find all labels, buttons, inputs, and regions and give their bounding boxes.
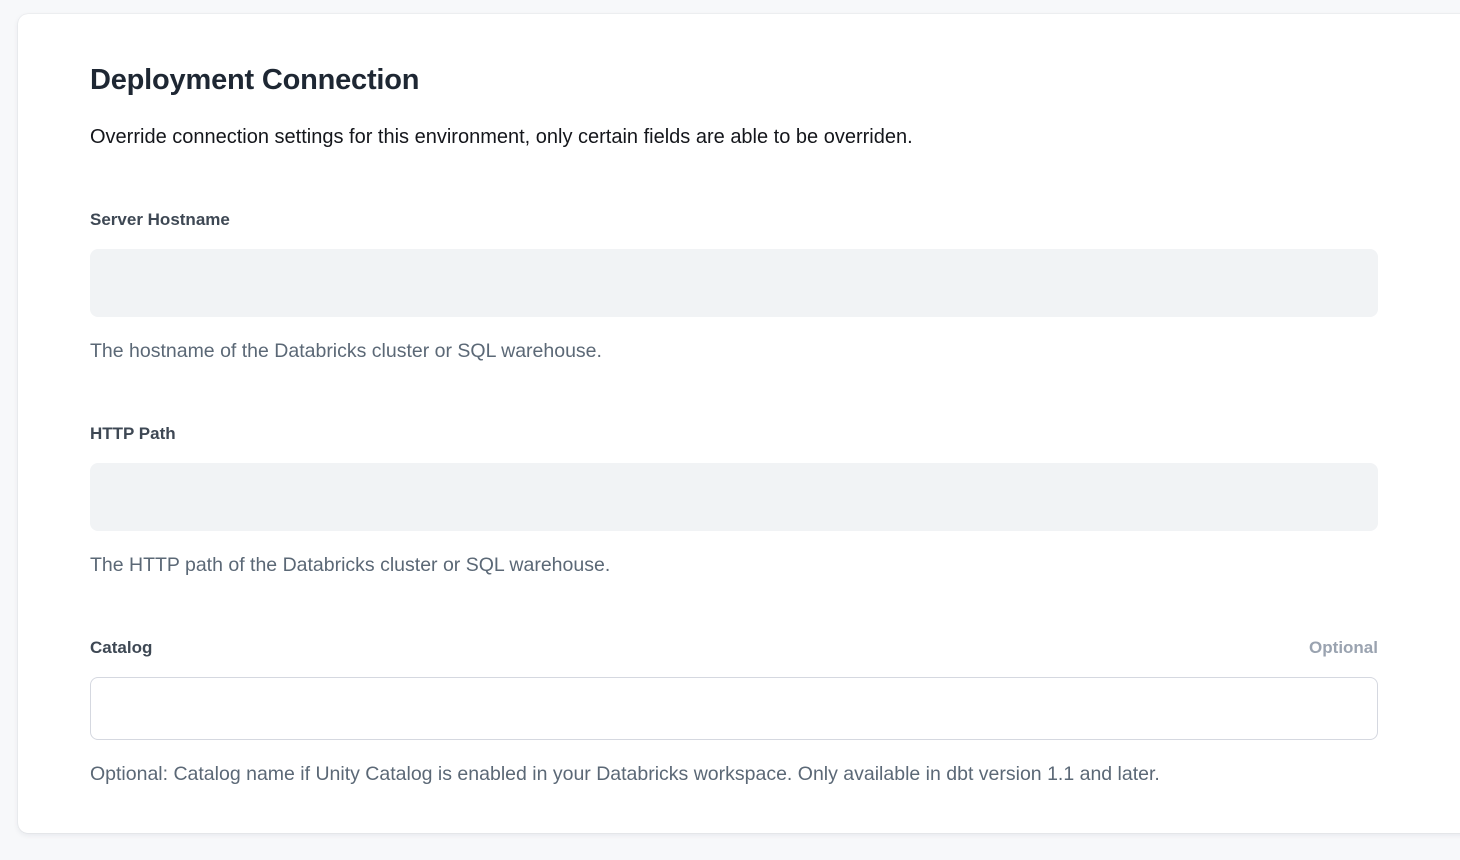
field-server-hostname: Server Hostname The hostname of the Data… bbox=[90, 209, 1378, 364]
http-path-input bbox=[90, 463, 1378, 531]
catalog-input[interactable] bbox=[90, 677, 1378, 740]
card-content: Deployment Connection Override connectio… bbox=[90, 62, 1378, 787]
server-hostname-input bbox=[90, 249, 1378, 317]
server-hostname-help: The hostname of the Databricks cluster o… bbox=[90, 339, 1378, 364]
http-path-label: HTTP Path bbox=[90, 423, 176, 445]
catalog-label: Catalog bbox=[90, 637, 152, 659]
http-path-help: The HTTP path of the Databricks cluster … bbox=[90, 553, 1378, 578]
label-row: Catalog Optional bbox=[90, 637, 1378, 659]
field-http-path: HTTP Path The HTTP path of the Databrick… bbox=[90, 423, 1378, 578]
field-catalog: Catalog Optional Optional: Catalog name … bbox=[90, 637, 1378, 787]
catalog-optional-tag: Optional bbox=[1309, 637, 1378, 659]
deployment-connection-card: Deployment Connection Override connectio… bbox=[18, 14, 1460, 833]
label-row: HTTP Path bbox=[90, 423, 1378, 445]
catalog-help: Optional: Catalog name if Unity Catalog … bbox=[90, 762, 1378, 787]
page-subtitle: Override connection settings for this en… bbox=[90, 124, 1378, 150]
page-title: Deployment Connection bbox=[90, 62, 1378, 98]
label-row: Server Hostname bbox=[90, 209, 1378, 231]
server-hostname-label: Server Hostname bbox=[90, 209, 230, 231]
